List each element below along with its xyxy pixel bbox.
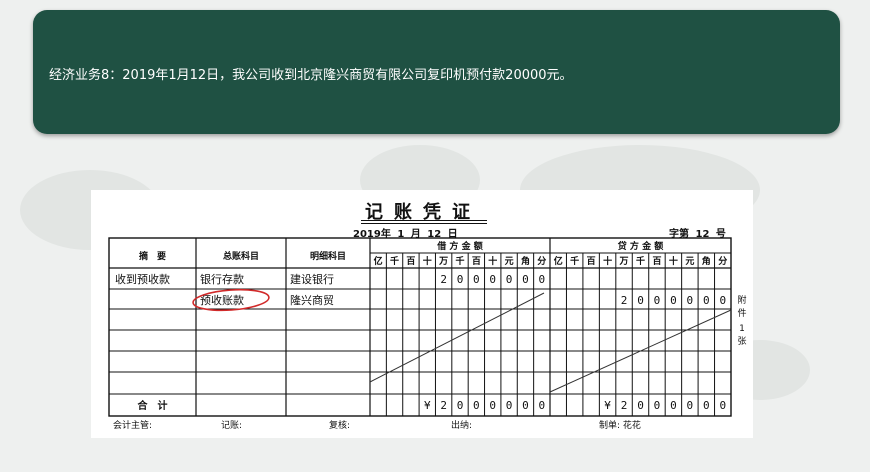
total-credit-digit: 2	[621, 399, 628, 412]
debit-digit-header: 千	[390, 255, 399, 267]
cancel-line-debit	[369, 292, 545, 383]
debit-amount-digit: 0	[457, 273, 464, 286]
header-summary: 摘 要	[139, 250, 166, 262]
total-credit-digit: 0	[719, 399, 726, 412]
debit-digit-header: 元	[505, 256, 514, 267]
credit-amount-digit: 0	[687, 294, 694, 307]
credit-digit-header: 分	[718, 255, 727, 267]
footer-reviewer: 复核:	[329, 421, 351, 431]
credit-digit-header: 万	[619, 256, 629, 267]
total-debit-digit: 0	[506, 399, 513, 412]
total-credit-digit: 0	[703, 399, 710, 412]
voucher-table: 摘 要总账科目 明细科目借 方 金 额贷 方 金 额亿 亿千 千百 百十 十万 万千 千百 百十…	[108, 237, 747, 417]
accounting-voucher: 记账凭证 2019年 1 月 12 日 字第 12 号 摘 要总账科目 明细科目借…	[91, 190, 753, 438]
credit-digit-header: 百	[587, 256, 596, 267]
credit-amount-digit: 0	[719, 294, 726, 307]
entry-summary: 收到预收款	[115, 272, 170, 286]
debit-amount-digit: 0	[522, 273, 529, 286]
footer-bookkeeper: 记账:	[221, 421, 243, 431]
entry-detail-account: 隆兴商贸	[290, 293, 334, 307]
business-banner: 经济业务8：2019年1月12日，我公司收到北京隆兴商贸有限公司复印机预付款20…	[33, 10, 840, 134]
credit-amount-digit: 0	[654, 294, 661, 307]
credit-digit-header: 角	[702, 255, 711, 267]
credit-digit-header: 千	[570, 255, 579, 267]
credit-amount-digit: 2	[621, 294, 628, 307]
attachment-note: 1	[739, 324, 745, 334]
total-credit-digit: 0	[654, 399, 661, 412]
debit-digit-header: 分	[537, 255, 546, 267]
debit-amount-digit: 2	[440, 273, 447, 286]
total-debit-digit: 0	[489, 399, 496, 412]
credit-digit-header: 百	[652, 256, 661, 267]
attachment-note: 件	[737, 307, 746, 319]
credit-digit-header: 十	[603, 255, 612, 267]
entry-detail-account: 建设银行	[290, 272, 334, 286]
debit-amount-digit: 0	[473, 273, 480, 286]
debit-digit-header: 千	[455, 255, 464, 267]
header-general-account: 总账科目	[223, 250, 259, 262]
attachment-note: 附	[737, 294, 746, 306]
credit-digit-header: 千	[636, 255, 645, 267]
header-debit: 借 方 金 额	[436, 240, 482, 252]
debit-amount-digit: 0	[539, 273, 546, 286]
footer-cashier: 出纳:	[451, 421, 473, 431]
debit-digit-header: 角	[521, 255, 530, 267]
total-credit-digit: 0	[687, 399, 694, 412]
footer-supervisor: 会计主管:	[113, 421, 153, 431]
credit-digit-header: 亿	[554, 255, 563, 267]
debit-amount-digit: 0	[506, 273, 513, 286]
total-debit-digit: 0	[457, 399, 464, 412]
footer-preparer: 制单: 花花	[599, 421, 641, 431]
total-debit-digit: 0	[473, 399, 480, 412]
debit-amount-digit: 0	[489, 273, 496, 286]
business-description: 经济业务8：2019年1月12日，我公司收到北京隆兴商贸有限公司复印机预付款20…	[49, 68, 573, 83]
debit-digit-header: 百	[472, 256, 481, 267]
debit-digit-header: 十	[423, 255, 432, 267]
total-debit-digit: ¥	[424, 399, 431, 412]
debit-digit-header: 十	[488, 255, 497, 267]
total-credit-digit: 0	[637, 399, 644, 412]
entry-general-account: 预收账款	[200, 293, 244, 307]
credit-amount-digit: 0	[703, 294, 710, 307]
debit-digit-header: 万	[438, 256, 448, 267]
header-credit: 贷 方 金 额	[618, 240, 663, 252]
credit-amount-digit: 0	[637, 294, 644, 307]
total-label: 合 计	[137, 399, 168, 412]
debit-digit-header: 百	[406, 256, 415, 267]
credit-digit-header: 十	[669, 255, 678, 267]
total-credit-digit: ¥	[604, 399, 611, 412]
total-credit-digit: 0	[670, 399, 677, 412]
debit-digit-header: 亿	[374, 255, 383, 267]
attachment-note: 张	[737, 336, 746, 347]
credit-amount-digit: 0	[670, 294, 677, 307]
credit-digit-header: 元	[685, 256, 694, 267]
total-debit-digit: 2	[440, 399, 447, 412]
header-detail-account: 明细科目	[310, 250, 346, 262]
entry-general-account: 银行存款	[200, 272, 244, 286]
total-debit-digit: 0	[539, 399, 546, 412]
total-debit-digit: 0	[522, 399, 529, 412]
